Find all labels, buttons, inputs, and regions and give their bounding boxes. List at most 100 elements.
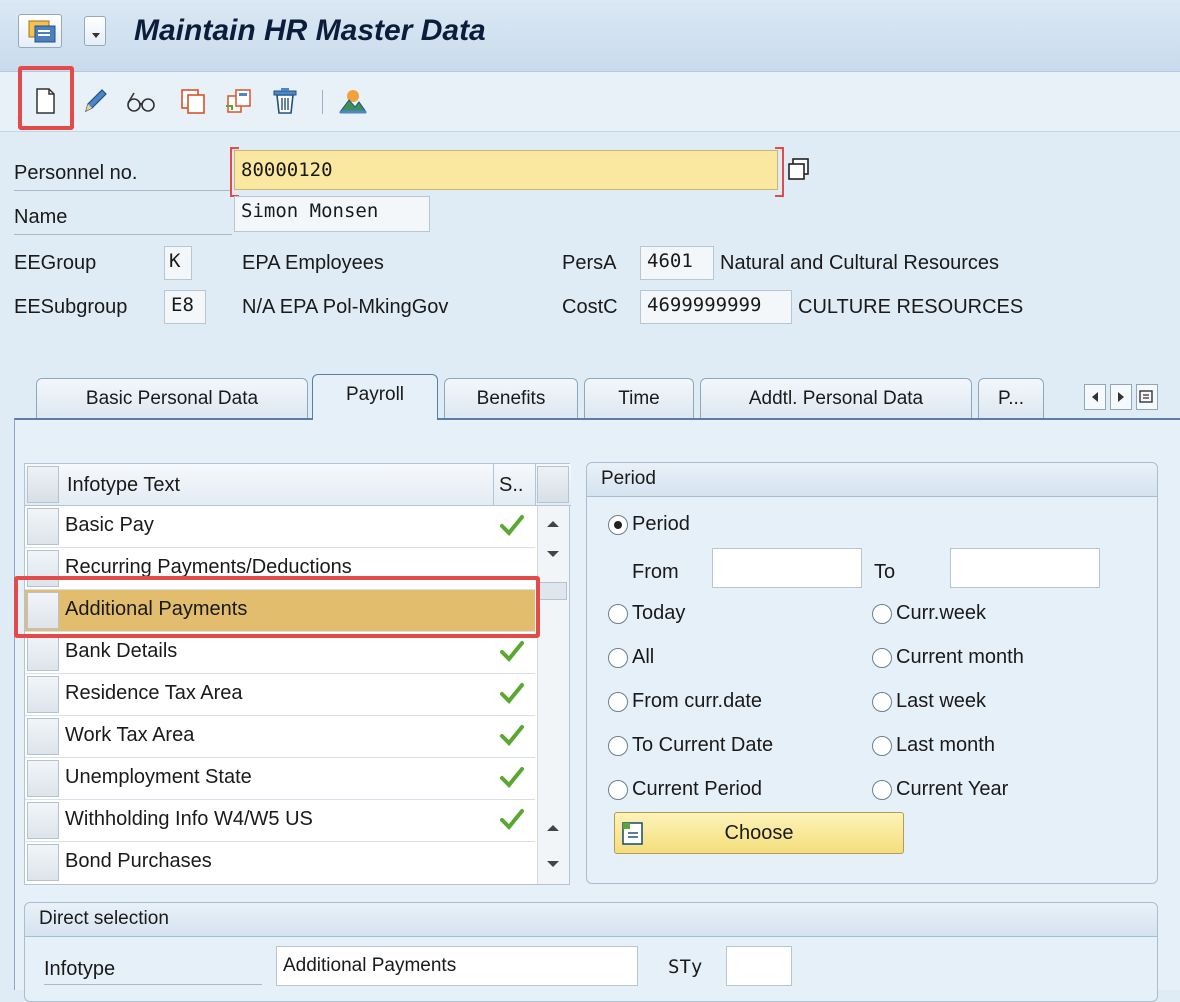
row-selector[interactable] — [27, 802, 59, 839]
scroll-thumb[interactable] — [539, 582, 567, 600]
display-button[interactable] — [124, 84, 158, 118]
choose-button[interactable]: Choose — [614, 812, 904, 854]
copy-button[interactable] — [176, 84, 210, 118]
table-row[interactable]: Bank Details — [25, 632, 535, 674]
toolbar-separator — [322, 90, 323, 114]
table-row[interactable]: Withholding Info W4/W5 US — [25, 800, 535, 842]
check-icon — [500, 641, 524, 662]
page-up-button[interactable] — [539, 814, 567, 842]
chevron-down-icon — [547, 551, 559, 557]
glasses-icon — [127, 92, 155, 112]
table-row[interactable]: Unemployment State — [25, 758, 535, 800]
page-down-button[interactable] — [539, 850, 567, 878]
infotype-text: Withholding Info W4/W5 US — [65, 808, 313, 830]
table-row[interactable]: Work Tax Area — [25, 716, 535, 758]
choose-button-label: Choose — [724, 822, 794, 844]
column-header-infotype-text[interactable]: Infotype Text — [67, 474, 180, 497]
tab-payroll[interactable]: Payroll — [312, 374, 438, 420]
table-row[interactable]: Bond Purchases — [25, 842, 535, 884]
label-underline — [14, 190, 232, 191]
check-icon — [500, 683, 524, 704]
radio-current-period[interactable] — [608, 780, 628, 800]
multiple-selection-icon — [788, 158, 809, 180]
radio-today-label: Today — [632, 602, 686, 624]
column-settings-cell[interactable] — [537, 466, 569, 503]
to-date-input[interactable] — [950, 548, 1100, 588]
chevron-right-icon — [1118, 392, 1124, 402]
radio-current-month[interactable] — [872, 648, 892, 668]
row-selector[interactable] — [27, 718, 59, 755]
check-icon — [500, 515, 524, 536]
select-all-cell[interactable] — [27, 466, 59, 503]
radio-all-label: All — [632, 646, 655, 668]
create-button-highlight — [18, 66, 74, 130]
scroll-up-button[interactable] — [539, 510, 567, 538]
tab-addtl-personal-data[interactable]: Addtl. Personal Data — [700, 378, 972, 418]
name-field: Simon Monsen — [234, 196, 430, 232]
chevron-down-icon — [547, 861, 559, 867]
row-selector[interactable] — [27, 760, 59, 797]
from-date-input[interactable] — [712, 548, 862, 588]
delimit-button[interactable] — [222, 84, 256, 118]
column-header-status[interactable]: S.. — [499, 474, 523, 497]
tab-list-icon — [1139, 390, 1153, 403]
radio-last-month[interactable] — [872, 736, 892, 756]
subtype-input[interactable] — [726, 946, 792, 986]
tab-list-button[interactable] — [1136, 384, 1158, 410]
multiple-selection-button[interactable] — [786, 156, 812, 182]
infotype-text: Unemployment State — [65, 766, 252, 788]
row-selector[interactable] — [27, 844, 59, 881]
change-button[interactable] — [78, 84, 112, 118]
infotype-text: Work Tax Area — [65, 724, 195, 746]
label-underline — [14, 234, 232, 235]
eesubgroup-text: N/A EPA Pol-MkingGov — [242, 296, 449, 318]
eegroup-text: EPA Employees — [242, 252, 384, 274]
check-icon — [500, 767, 524, 788]
radio-curr-week[interactable] — [872, 604, 892, 624]
tab-scroll-right-button[interactable] — [1110, 384, 1132, 410]
scroll-down-button[interactable] — [539, 540, 567, 568]
tab-more[interactable]: P... — [978, 378, 1044, 418]
chevron-down-icon — [92, 33, 100, 38]
radio-current-year[interactable] — [872, 780, 892, 800]
personnel-no-label: Personnel no. — [14, 162, 138, 184]
infotype-table: Infotype Text S.. Basic Pay Recurring Pa… — [24, 463, 571, 885]
table-row[interactable]: Basic Pay — [25, 506, 535, 548]
tab-benefits[interactable]: Benefits — [444, 378, 578, 418]
costc-code: 4699999999 — [640, 290, 792, 324]
infotype-input[interactable]: Additional Payments — [276, 946, 638, 986]
table-row[interactable]: Residence Tax Area — [25, 674, 535, 716]
tab-time[interactable]: Time — [584, 378, 694, 418]
radio-current-year-label: Current Year — [896, 778, 1009, 800]
costc-label: CostC — [562, 296, 618, 318]
radio-all[interactable] — [608, 648, 628, 668]
tab-basic-personal-data[interactable]: Basic Personal Data — [36, 378, 308, 418]
window-title: Maintain HR Master Data — [134, 14, 486, 47]
radio-from-curr-date[interactable] — [608, 692, 628, 712]
system-menu-button[interactable] — [18, 14, 62, 48]
chevron-up-icon — [547, 825, 559, 831]
overview-button[interactable] — [336, 84, 370, 118]
row-selector[interactable] — [27, 508, 59, 545]
infotype-text: Basic Pay — [65, 514, 154, 536]
title-bar: Maintain HR Master Data — [0, 0, 1180, 72]
radio-period[interactable] — [608, 515, 628, 535]
additional-payments-highlight — [14, 576, 540, 638]
to-label: To — [874, 561, 896, 583]
radio-today[interactable] — [608, 604, 628, 624]
row-selector[interactable] — [27, 634, 59, 671]
persa-code: 4601 — [640, 246, 714, 280]
system-menu-dropdown[interactable] — [84, 16, 106, 46]
radio-period-label: Period — [632, 513, 690, 535]
infotype-text: Bond Purchases — [65, 850, 212, 872]
radio-last-week[interactable] — [872, 692, 892, 712]
delete-button[interactable] — [268, 84, 302, 118]
tab-scroll-left-button[interactable] — [1084, 384, 1106, 410]
radio-last-week-label: Last week — [896, 690, 987, 712]
choose-icon — [622, 822, 643, 845]
mountain-icon — [339, 90, 367, 114]
radio-to-current-date[interactable] — [608, 736, 628, 756]
eesubgroup-code: E8 — [164, 290, 206, 324]
from-label: From — [632, 561, 679, 583]
row-selector[interactable] — [27, 676, 59, 713]
